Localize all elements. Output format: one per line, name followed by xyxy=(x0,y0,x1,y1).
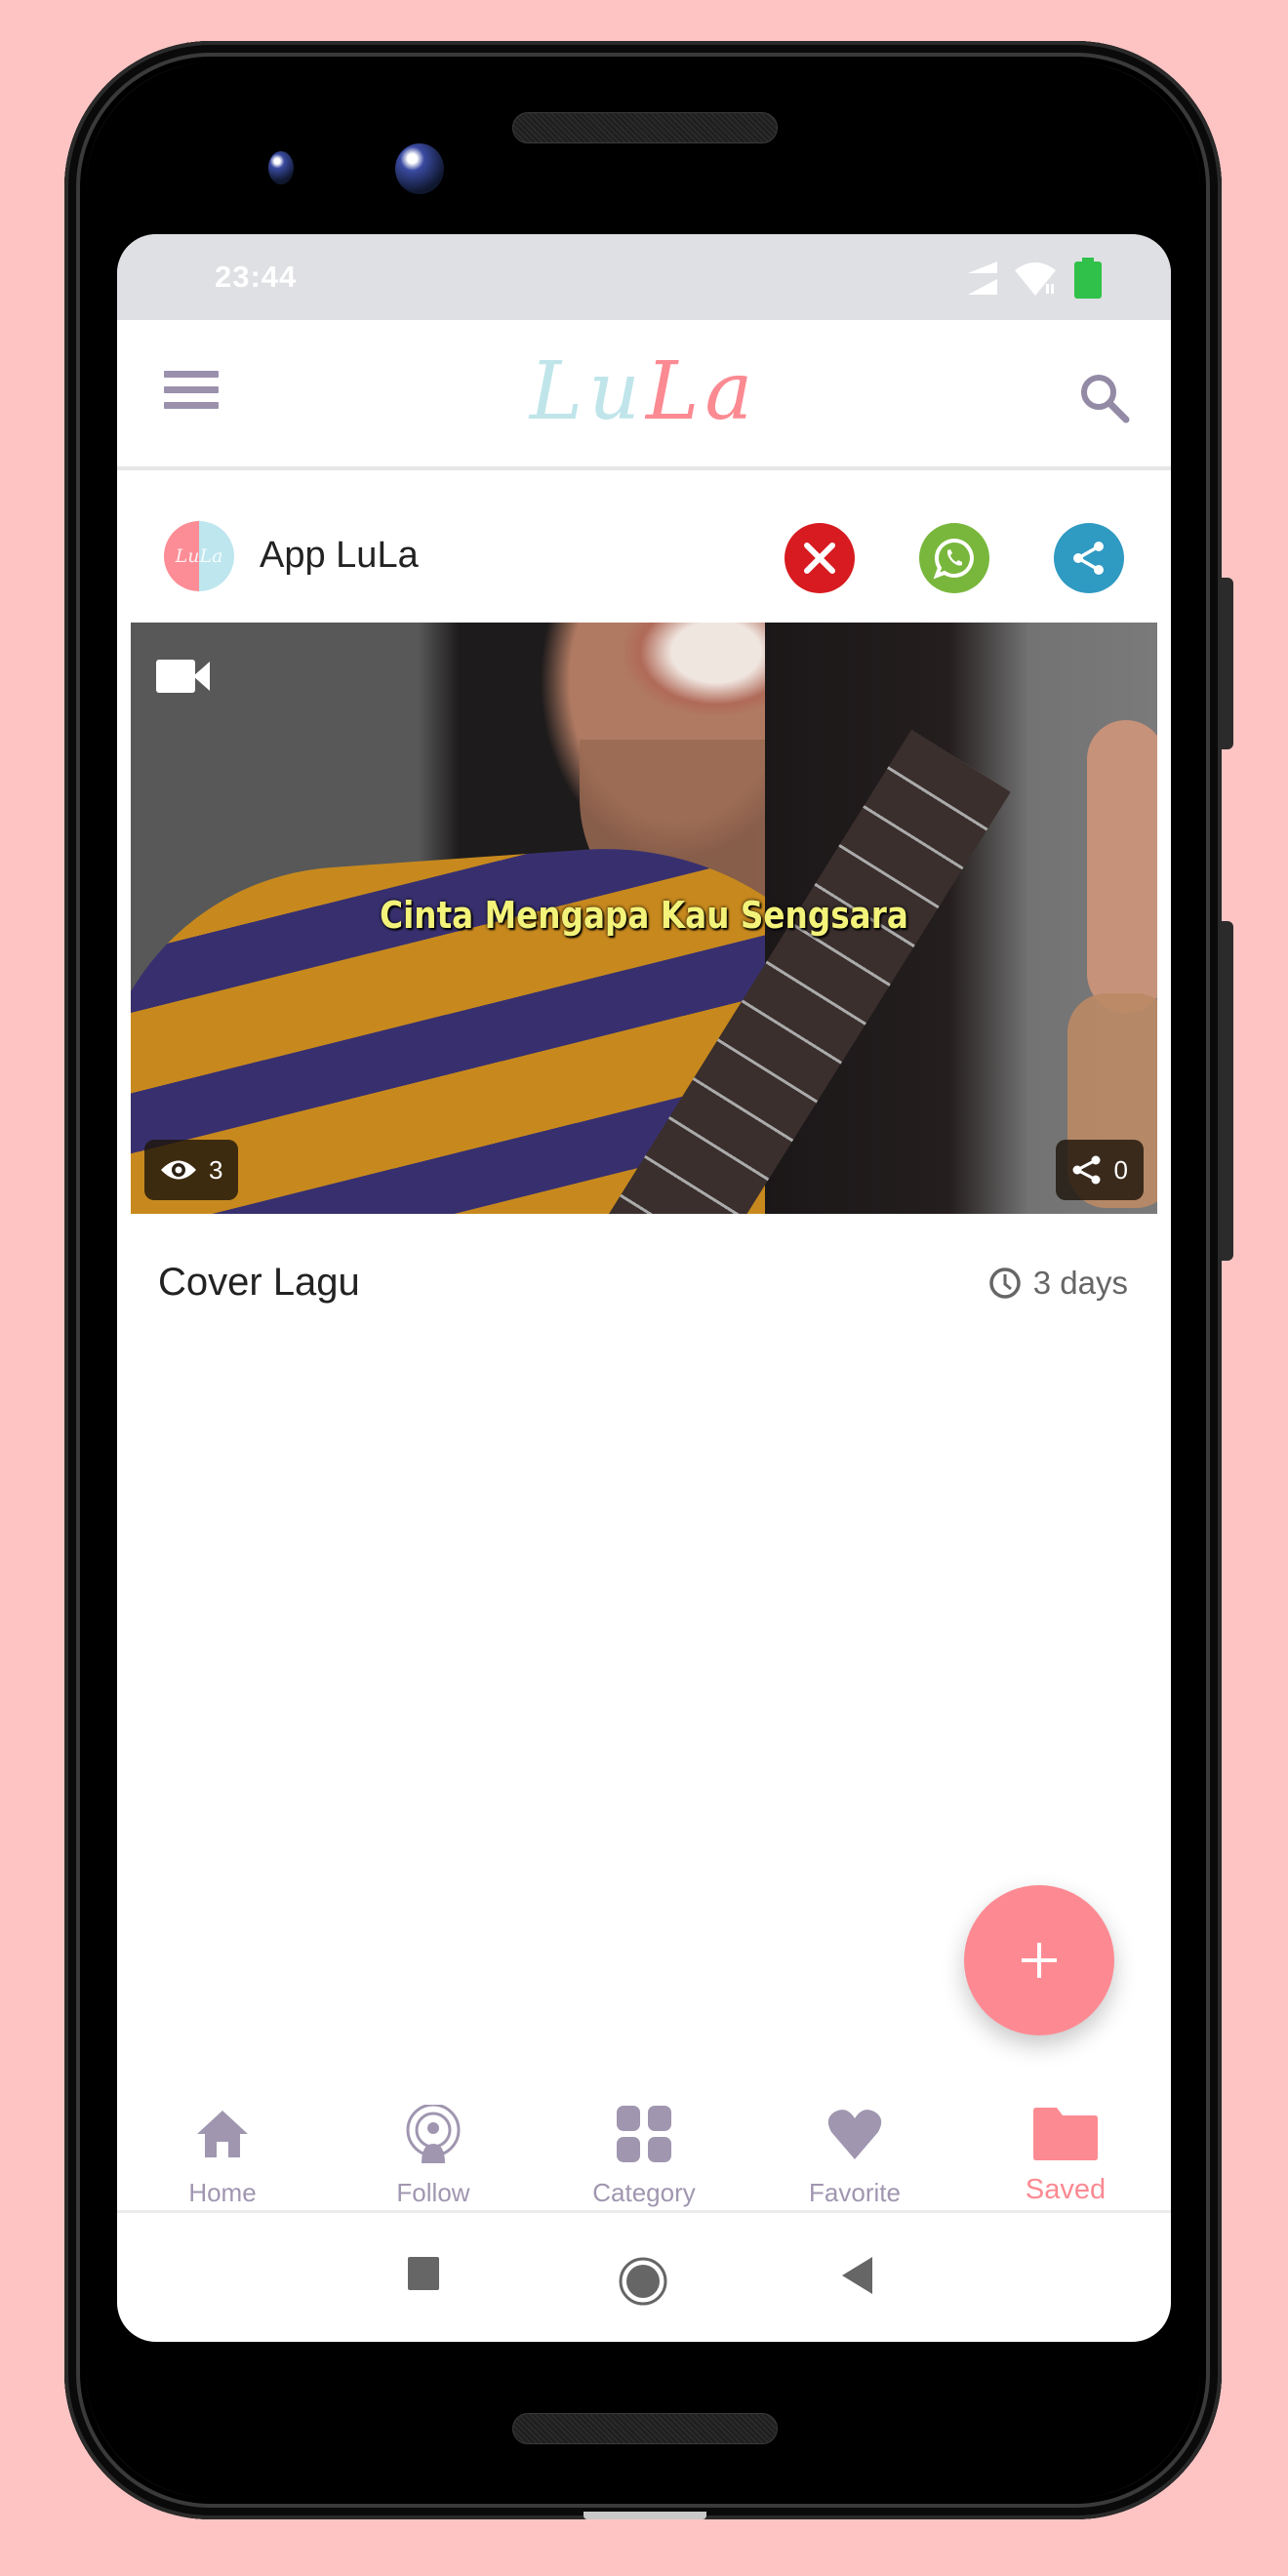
add-fab-button[interactable] xyxy=(964,1885,1114,2035)
nav-label: Category xyxy=(592,2178,696,2207)
square-recents-icon xyxy=(408,2257,439,2290)
search-button[interactable] xyxy=(1077,371,1132,425)
time-ago: 3 days xyxy=(1032,1265,1128,1301)
share-button[interactable] xyxy=(1054,523,1124,593)
power-button xyxy=(1220,921,1233,1261)
logo-part-1: Lu xyxy=(529,345,646,438)
back-button[interactable] xyxy=(841,2257,872,2299)
nav-label: Follow xyxy=(396,2178,470,2207)
status-time: 23:44 xyxy=(215,260,298,294)
views-count: 3 xyxy=(209,1154,223,1185)
screen: 23:44 LuLa LuLa App LuLa Cinta Mengapa K… xyxy=(117,234,1171,2342)
whatsapp-button[interactable] xyxy=(919,523,989,593)
post-title[interactable]: Cover Lagu xyxy=(158,1261,360,1305)
share-icon xyxy=(1072,1155,1101,1185)
post-footer: Cover Lagu 3 days xyxy=(117,1216,1171,1347)
avatar-text: LuLa xyxy=(175,545,223,567)
app-logo: LuLa xyxy=(117,345,1171,438)
heart-icon xyxy=(827,2110,882,2159)
eye-icon xyxy=(161,1160,196,1180)
home-icon xyxy=(197,2111,248,2157)
plus-icon xyxy=(1022,1943,1057,1978)
author-avatar[interactable]: LuLa xyxy=(164,521,234,591)
shares-count: 0 xyxy=(1113,1154,1128,1185)
recents-button[interactable] xyxy=(408,2257,439,2295)
triangle-back-icon xyxy=(842,2257,872,2294)
earpiece-speaker xyxy=(512,112,778,143)
nav-label: Favorite xyxy=(809,2178,901,2207)
video-thumbnail[interactable]: Cinta Mengapa Kau Sengsara 3 0 xyxy=(131,623,1157,1214)
home-button[interactable] xyxy=(619,2257,667,2311)
logo-part-2: La xyxy=(645,345,759,438)
signal-icon xyxy=(968,262,997,295)
nav-item-saved[interactable]: Saved xyxy=(960,2088,1171,2210)
nav-label: Saved xyxy=(1025,2174,1107,2205)
nav-item-follow[interactable]: Follow xyxy=(328,2088,539,2210)
video-camera-icon xyxy=(156,660,210,693)
close-icon xyxy=(804,543,835,574)
post-header: LuLa App LuLa xyxy=(117,474,1171,621)
app-bar: LuLa xyxy=(117,320,1171,470)
views-badge: 3 xyxy=(144,1140,239,1200)
search-icon xyxy=(1081,375,1130,423)
volume-button xyxy=(1220,578,1233,749)
author-name[interactable]: App LuLa xyxy=(260,535,419,577)
grid-category-icon xyxy=(617,2106,671,2162)
nav-item-favorite[interactable]: Favorite xyxy=(749,2088,960,2210)
post-time: 3 days xyxy=(988,1265,1128,1302)
shares-badge[interactable]: 0 xyxy=(1055,1140,1144,1200)
bottom-speaker xyxy=(512,2413,778,2444)
battery-icon xyxy=(1074,258,1102,299)
nav-item-category[interactable]: Category xyxy=(539,2088,749,2210)
share-icon xyxy=(1073,542,1104,575)
nav-item-home[interactable]: Home xyxy=(117,2088,328,2210)
front-camera xyxy=(395,143,444,194)
clock-icon xyxy=(989,1268,1021,1299)
system-nav-bar xyxy=(117,2216,1171,2342)
whatsapp-icon xyxy=(933,538,974,580)
status-bar: 23:44 xyxy=(117,234,1171,320)
close-button[interactable] xyxy=(785,523,855,593)
front-sensor xyxy=(268,151,294,184)
circle-home-icon xyxy=(619,2257,667,2306)
podcast-follow-icon xyxy=(406,2105,461,2163)
usb-port xyxy=(584,2512,706,2519)
folder-icon xyxy=(1033,2108,1098,2160)
wifi-icon xyxy=(1015,262,1056,296)
nav-label: Home xyxy=(188,2178,257,2207)
bottom-nav: Home Follow Category Favorite Saved xyxy=(117,2088,1171,2213)
status-icons xyxy=(964,258,1103,299)
thumbnail-caption: Cinta Mengapa Kau Sengsara xyxy=(380,894,908,937)
